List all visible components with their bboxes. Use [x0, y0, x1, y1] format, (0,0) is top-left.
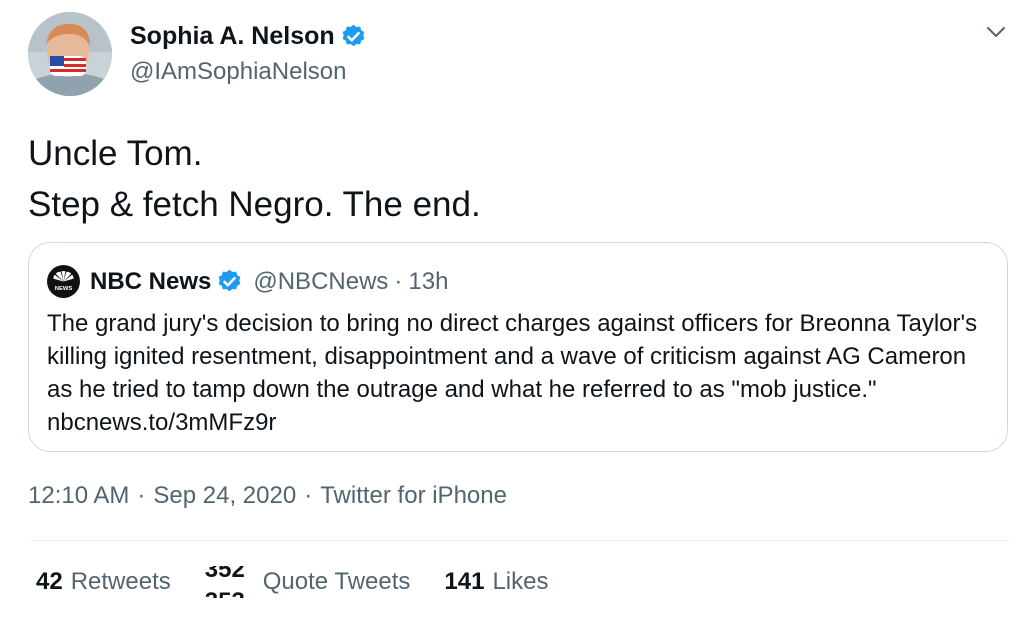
quoted-tweet-card[interactable]: NEWS NBC News @NBCNews · 13h The grand j… — [28, 242, 1008, 452]
divider — [28, 540, 1010, 541]
engagement-stats: 42 Retweets 352 353 Quote Tweets 141 Lik… — [36, 566, 582, 598]
author-avatar[interactable] — [28, 12, 112, 96]
nbc-logo-text: NEWS — [55, 286, 73, 292]
quoted-tweet-text: The grand jury's decision to bring no di… — [47, 310, 978, 436]
quote-tweets-count-new: 353 — [205, 588, 245, 598]
quoted-timestamp[interactable]: 13h — [408, 268, 448, 296]
separator-dot: · — [304, 482, 313, 509]
quoted-tweet-header: NEWS NBC News @NBCNews · 13h — [47, 265, 448, 298]
author-name[interactable]: Sophia A. Nelson — [130, 22, 335, 51]
quote-tweets-stat[interactable]: 352 353 Quote Tweets — [205, 566, 411, 598]
quoted-author-name[interactable]: NBC News — [90, 268, 211, 296]
retweets-label: Retweets — [70, 568, 171, 595]
separator-dot: · — [394, 267, 403, 295]
tweet-metadata: 12:10 AM · Sep 24, 2020 · Twitter for iP… — [28, 482, 507, 510]
tweet-time[interactable]: 12:10 AM — [28, 482, 129, 510]
tweet-line-2: Step & fetch Negro. The end. — [28, 185, 481, 224]
separator-dot: · — [137, 482, 146, 509]
nbc-logo-icon: NEWS — [47, 265, 80, 298]
tweet-text: Uncle Tom. Step & fetch Negro. The end. — [28, 128, 481, 230]
likes-count: 141 — [444, 568, 485, 595]
author-handle[interactable]: @IAmSophiaNelson — [130, 58, 346, 86]
quote-tweets-count: 352 353 — [205, 566, 255, 598]
retweets-stat[interactable]: 42 Retweets — [36, 568, 171, 596]
author-name-row[interactable]: Sophia A. Nelson — [130, 22, 367, 51]
tweet-date[interactable]: Sep 24, 2020 — [153, 482, 296, 510]
avatar-image — [28, 12, 112, 96]
quote-tweets-count-old: 352 — [204, 566, 245, 583]
retweets-count: 42 — [36, 568, 63, 595]
tweet-source[interactable]: Twitter for iPhone — [320, 482, 507, 510]
likes-label: Likes — [492, 568, 549, 595]
tweet-line-1: Uncle Tom. — [28, 134, 203, 173]
verified-badge-icon — [342, 24, 365, 47]
verified-badge-icon — [218, 269, 241, 292]
chevron-down-icon[interactable] — [984, 20, 1008, 44]
likes-stat[interactable]: 141 Likes — [444, 568, 548, 596]
quote-tweets-label: Quote Tweets — [262, 568, 411, 595]
quoted-author-handle[interactable]: @NBCNews — [253, 268, 388, 296]
